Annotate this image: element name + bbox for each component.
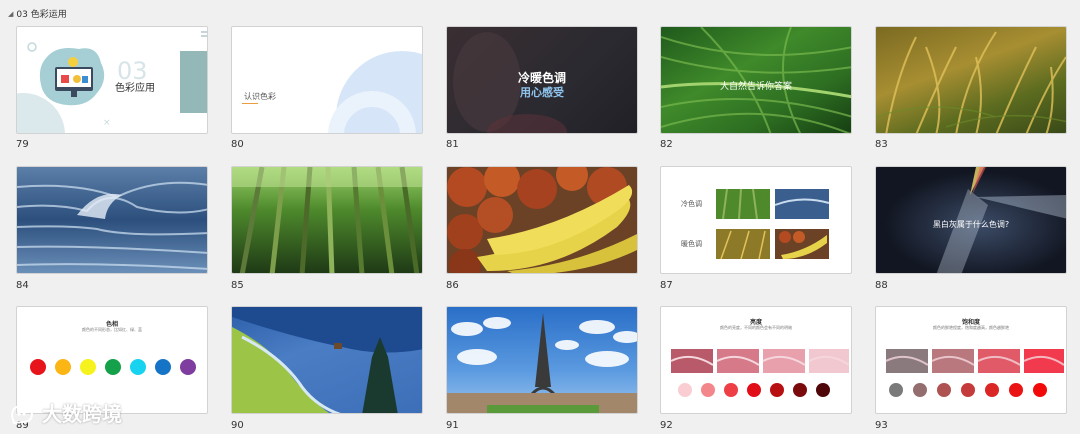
color-swatch bbox=[985, 383, 999, 397]
slide-thumb-86[interactable] bbox=[446, 166, 638, 274]
slide-thumb-84[interactable] bbox=[16, 166, 208, 274]
color-swatch bbox=[793, 383, 807, 397]
slide-number: 93 bbox=[875, 420, 888, 431]
slide-86-fruit-photo bbox=[447, 167, 637, 273]
slide-87-thumbnails bbox=[716, 188, 830, 260]
slide-thumb-91[interactable] bbox=[446, 306, 638, 414]
slide-thumb-79[interactable]: × 03 色彩应用 bbox=[16, 26, 208, 134]
color-swatch bbox=[701, 383, 715, 397]
svg-text:×: × bbox=[103, 118, 111, 128]
slide-number: 81 bbox=[446, 139, 459, 150]
slide-89-subtitle: 颜色的不同形态，比如红、绿、蓝 bbox=[82, 327, 142, 332]
color-swatch bbox=[180, 359, 196, 375]
color-swatch bbox=[130, 359, 146, 375]
color-swatch bbox=[747, 383, 761, 397]
color-swatch bbox=[913, 383, 927, 397]
slide-93-photo-strip bbox=[885, 349, 1065, 373]
color-swatch bbox=[1009, 383, 1023, 397]
slide-number: 85 bbox=[231, 280, 244, 291]
color-swatch bbox=[30, 359, 46, 375]
slide-number: 79 bbox=[16, 139, 29, 150]
slide-thumb-90[interactable] bbox=[231, 306, 423, 414]
slide-82-title: 大自然告诉你答案 bbox=[719, 82, 792, 92]
slide-number: 86 bbox=[446, 280, 459, 291]
color-swatch bbox=[961, 383, 975, 397]
slide-92-photo-strip bbox=[670, 349, 850, 373]
color-swatch bbox=[678, 383, 692, 397]
color-swatch bbox=[937, 383, 951, 397]
slide-number: 92 bbox=[660, 420, 673, 431]
slide-thumb-81[interactable]: 冷暖色调 用心感受 bbox=[446, 26, 638, 134]
slide-thumb-83[interactable] bbox=[875, 26, 1067, 134]
slide-81-line2: 用心感受 bbox=[520, 86, 564, 99]
slide-number: 82 bbox=[660, 139, 673, 150]
color-swatch bbox=[55, 359, 71, 375]
slide-thumb-87[interactable]: 冷色调 暖色调 bbox=[660, 166, 852, 274]
slide-79-title: 色彩应用 bbox=[115, 83, 155, 94]
slide-84-wave-photo bbox=[17, 181, 207, 270]
slide-thumb-92[interactable]: 亮度 颜色的亮度，不同的颜色会有不同的明暗 bbox=[660, 306, 852, 414]
slide-number: 90 bbox=[231, 420, 244, 431]
watermark-text: 大数跨境 bbox=[42, 402, 122, 426]
slide-number: 83 bbox=[875, 139, 888, 150]
slide-83-wheat-photo bbox=[876, 31, 1066, 133]
color-swatch bbox=[1033, 383, 1047, 397]
slide-79-graphic: × bbox=[17, 31, 207, 133]
section-header[interactable]: ◢ 03 色彩运用 bbox=[8, 7, 67, 21]
slide-80-title: 认识色彩 bbox=[244, 92, 276, 101]
slide-number: 91 bbox=[446, 420, 459, 431]
color-swatch bbox=[105, 359, 121, 375]
watermark: 大数跨境 bbox=[8, 398, 122, 427]
slide-85-bamboo-photo bbox=[232, 167, 422, 273]
slide-90-valley-photo bbox=[232, 307, 422, 413]
slide-88-title: 黑白灰属于什么色调? bbox=[932, 220, 1010, 229]
slide-number: 87 bbox=[660, 280, 673, 291]
color-swatch bbox=[770, 383, 784, 397]
color-swatch bbox=[889, 383, 903, 397]
slide-thumb-80[interactable]: 认识色彩 bbox=[231, 26, 423, 134]
slide-thumb-93[interactable]: 饱和度 颜色的鲜艳程度，饱和度越高，颜色越鲜艳 bbox=[875, 306, 1067, 414]
watermark-logo-icon bbox=[10, 404, 34, 424]
color-swatch bbox=[816, 383, 830, 397]
slide-thumb-88[interactable]: 黑白灰属于什么色调? bbox=[875, 166, 1067, 274]
slide-number: 80 bbox=[231, 139, 244, 150]
section-title: 03 色彩运用 bbox=[16, 10, 67, 20]
slide-80-graphic bbox=[242, 51, 422, 133]
collapse-triangle-icon[interactable]: ◢ bbox=[8, 10, 13, 18]
slide-number: 84 bbox=[16, 280, 29, 291]
slide-thumb-82[interactable]: 大自然告诉你答案 bbox=[660, 26, 852, 134]
slide-number: 88 bbox=[875, 280, 888, 291]
color-swatch bbox=[80, 359, 96, 375]
color-swatch bbox=[155, 359, 171, 375]
slide-91-eiffel-photo bbox=[447, 313, 637, 413]
slide-thumb-85[interactable] bbox=[231, 166, 423, 274]
color-swatch bbox=[724, 383, 738, 397]
